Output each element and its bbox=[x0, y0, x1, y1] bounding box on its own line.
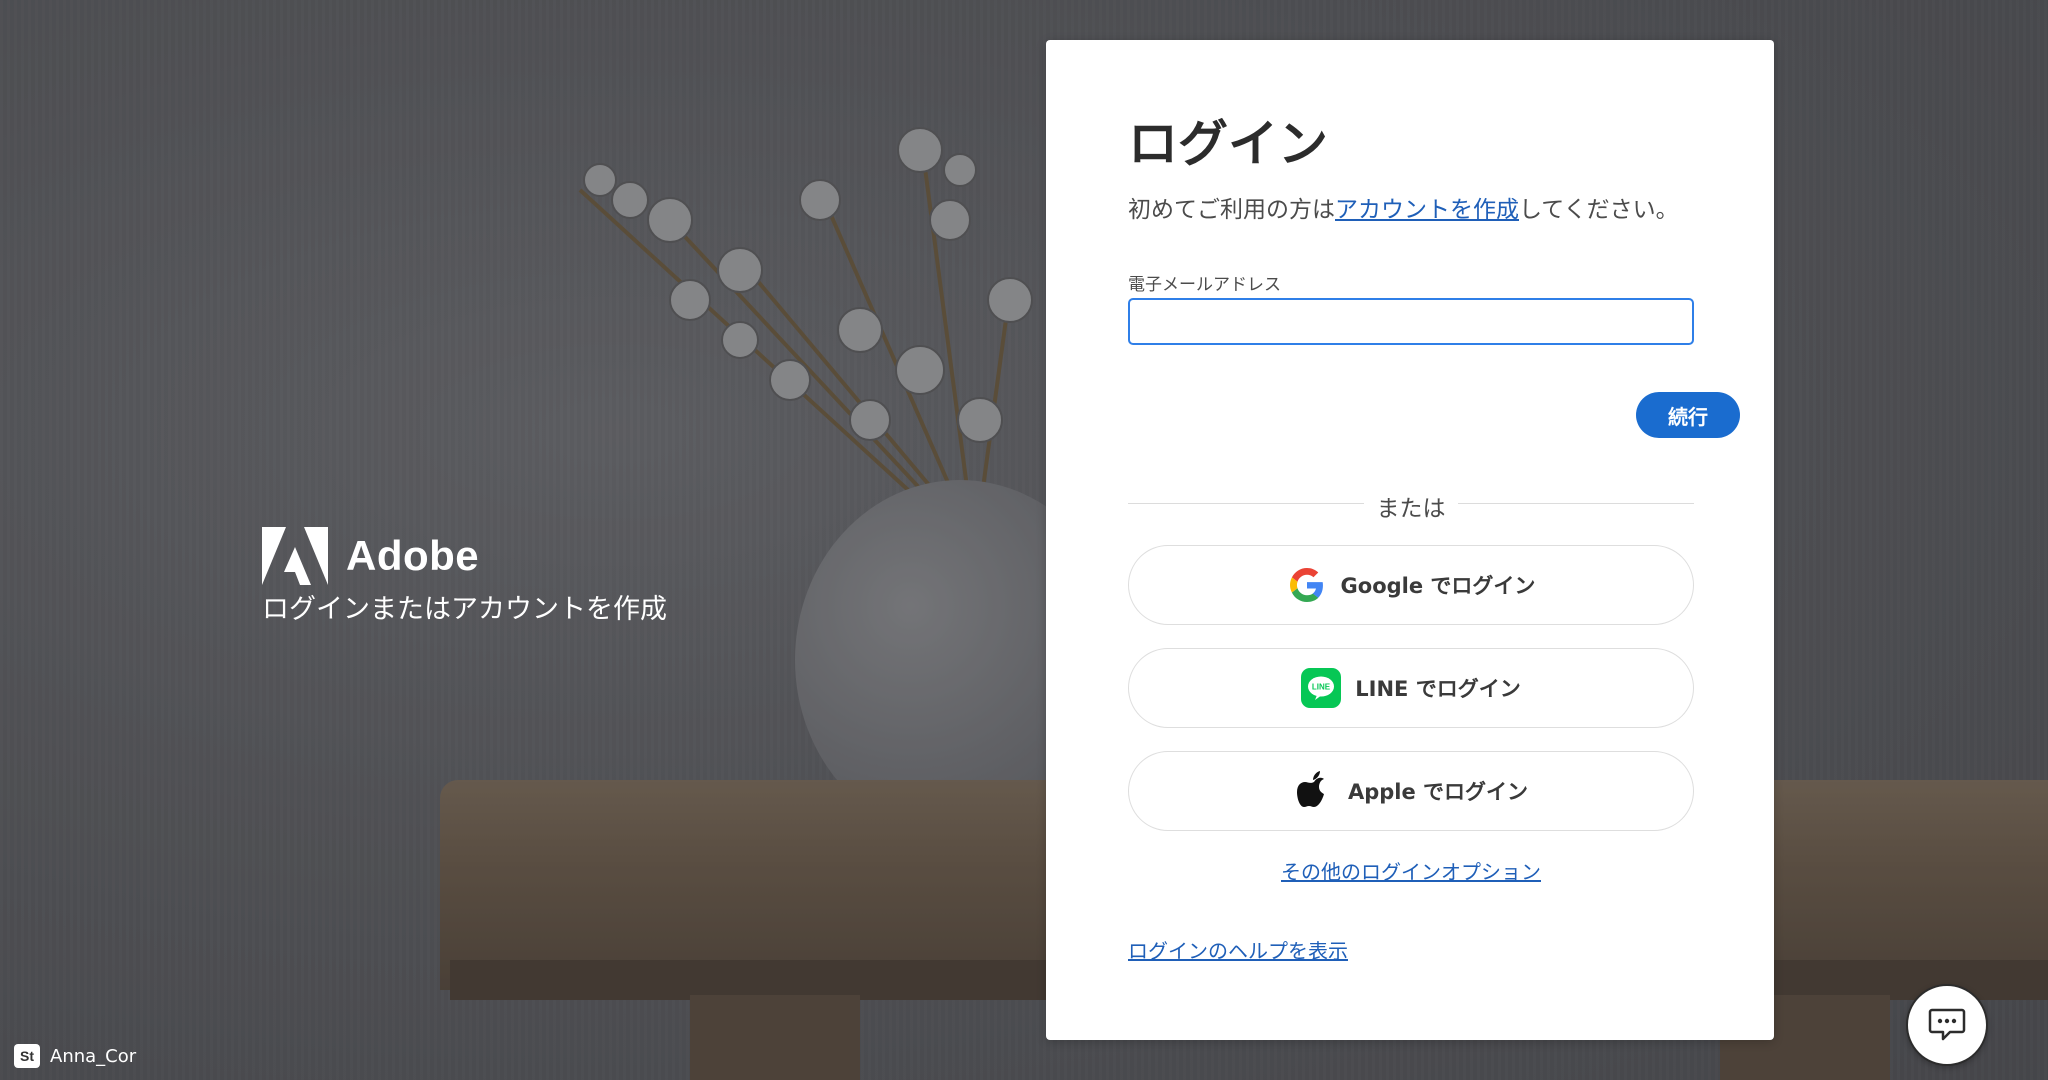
adobe-logo-icon bbox=[262, 527, 328, 585]
login-help-link[interactable]: ログインのヘルプを表示 bbox=[1128, 935, 1348, 964]
signup-prompt-suffix: してください。 bbox=[1519, 197, 1679, 223]
brand-tagline: ログインまたはアカウントを作成 bbox=[262, 594, 667, 625]
divider-text: または bbox=[1376, 496, 1446, 522]
brand-block: Adobe ログインまたはアカウントを作成 bbox=[262, 527, 667, 626]
continue-button[interactable]: 続行 bbox=[1636, 392, 1740, 438]
photo-author: Anna_Cor bbox=[50, 1045, 137, 1067]
page-title: ログイン bbox=[1128, 115, 1328, 173]
email-label: 電子メールアドレス bbox=[1128, 275, 1281, 295]
signup-prompt-prefix: 初めてご利用の方は bbox=[1128, 197, 1335, 223]
create-account-link[interactable]: アカウントを作成 bbox=[1335, 197, 1519, 223]
more-login-options-link[interactable]: その他のログインオプション bbox=[1128, 856, 1694, 885]
google-login-label: Google でログイン bbox=[1340, 574, 1536, 598]
line-icon: LINE bbox=[1301, 668, 1342, 708]
line-login-label: LINE でログイン bbox=[1355, 677, 1521, 701]
adobe-wordmark: Adobe bbox=[346, 532, 480, 579]
apple-login-label: Apple でログイン bbox=[1347, 780, 1529, 804]
adobe-stock-badge: St bbox=[14, 1044, 40, 1068]
chat-icon bbox=[1928, 1008, 1966, 1041]
google-icon bbox=[1287, 565, 1327, 605]
email-field[interactable] bbox=[1128, 298, 1694, 345]
logo-row: Adobe bbox=[262, 527, 667, 585]
signup-prompt: 初めてご利用の方はアカウントを作成してください。 bbox=[1128, 190, 1679, 224]
google-login-button[interactable]: Google でログイン bbox=[1128, 545, 1694, 625]
photo-credit[interactable]: St Anna_Cor bbox=[14, 1044, 136, 1068]
apple-login-button[interactable]: Apple でログイン bbox=[1128, 751, 1694, 831]
line-login-button[interactable]: LINE LINE でログイン bbox=[1128, 648, 1694, 728]
chat-button[interactable] bbox=[1906, 984, 1988, 1066]
or-divider: または bbox=[1128, 488, 1694, 522]
divider-line bbox=[1458, 503, 1694, 504]
apple-icon bbox=[1294, 771, 1334, 811]
login-card: ログイン 初めてご利用の方はアカウントを作成してください。 電子メールアドレス … bbox=[1046, 40, 1774, 1040]
svg-text:LINE: LINE bbox=[1312, 683, 1331, 692]
